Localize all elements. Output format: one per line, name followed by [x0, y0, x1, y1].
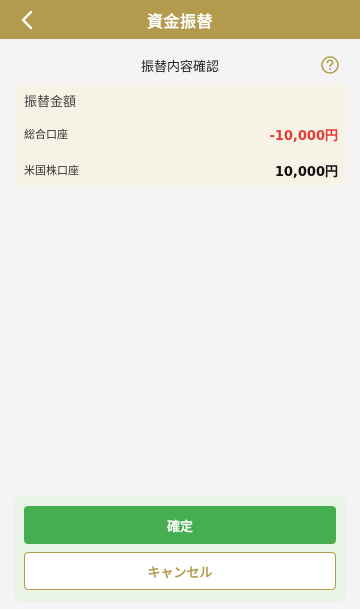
chevron-left-icon	[21, 10, 33, 30]
destination-account-row: 米国株口座 10,000円	[24, 160, 338, 180]
app-screen: 資金振替 振替内容確認 振替金額 総合口座 -10,000円 米国株口座 10,…	[0, 0, 360, 609]
source-account-label: 総合口座	[24, 128, 68, 141]
transfer-amount-heading: 振替金額	[24, 95, 77, 110]
help-button[interactable]	[320, 55, 340, 75]
back-button[interactable]	[14, 7, 40, 33]
question-circle-icon	[321, 56, 339, 74]
page-title: 資金振替	[146, 11, 213, 31]
section-title: 振替内容確認	[140, 59, 219, 75]
destination-account-label: 米国株口座	[24, 164, 79, 177]
transfer-amount-card: 振替金額 総合口座 -10,000円 米国株口座 10,000円	[14, 84, 346, 186]
header-bar: 資金振替	[0, 0, 360, 39]
destination-account-amount: 10,000円	[274, 164, 338, 180]
action-panel: 確定 キャンセル	[14, 495, 346, 602]
source-account-amount: -10,000円	[269, 128, 338, 144]
source-account-row: 総合口座 -10,000円	[24, 124, 338, 144]
section-title-row: 振替内容確認	[0, 52, 360, 78]
confirm-button[interactable]: 確定	[24, 506, 336, 544]
cancel-button[interactable]: キャンセル	[24, 552, 336, 590]
